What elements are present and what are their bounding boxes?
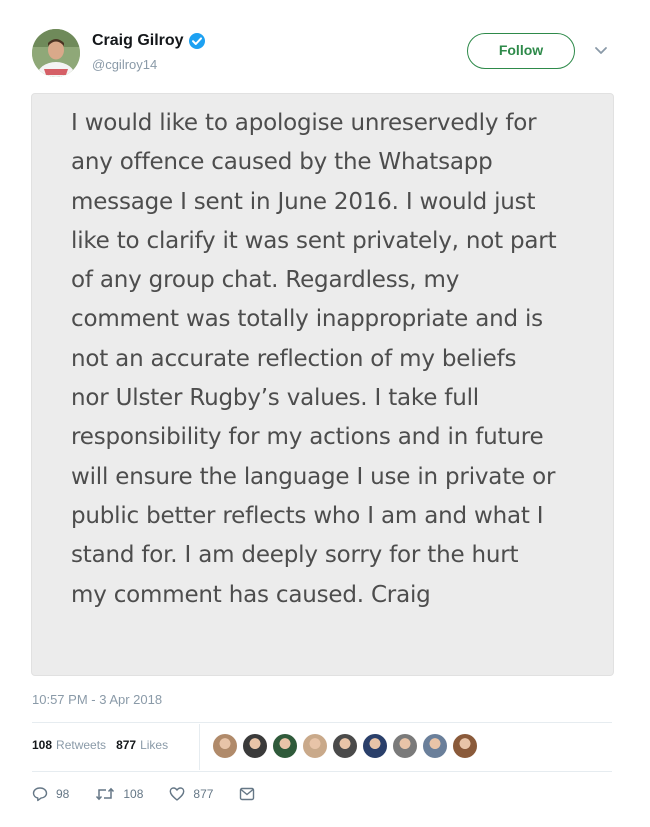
statement-line: message I sent in June 2016. I would jus… [71,188,536,215]
likes-count[interactable]: 877 [116,738,136,752]
statement-line: of any group chat. Regardless, my [71,267,460,294]
statement-line: like to clarify it was sent privately, n… [71,227,557,254]
tweet: Craig Gilroy @cgilroy14 Follow I would l… [0,0,650,827]
liker-avatar[interactable] [422,733,448,759]
statement-line: public better reflects who I am and what… [71,502,544,529]
author-avatar[interactable] [32,29,80,77]
divider [32,771,612,772]
statement-text: I would like to apologise unreservedly f… [71,104,599,615]
statement-line: will ensure the language I use in privat… [71,463,556,490]
like-count: 877 [193,787,214,801]
statement-line: comment was totally inappropriate and is [71,306,543,333]
statement-image[interactable]: I would like to apologise unreservedly f… [31,93,614,676]
reply-icon [32,787,48,802]
retweets-count[interactable]: 108 [32,738,52,752]
engagement-stats: 108 Retweets 877 Likes [32,738,178,752]
retweets-label[interactable]: Retweets [56,738,106,752]
direct-message-button[interactable] [239,787,263,801]
divider [32,722,612,723]
verified-badge-icon [188,32,206,50]
liker-avatar[interactable] [392,733,418,759]
statement-line: responsibility for my actions and in fut… [71,424,544,451]
liker-avatar[interactable] [302,733,328,759]
follow-button[interactable]: Follow [467,33,575,69]
statement-line: stand for. I am deeply sorry for the hur… [71,542,519,569]
statement-line: I would like to apologise unreservedly f… [71,110,537,136]
tweet-timestamp[interactable]: 10:57 PM - 3 Apr 2018 [32,692,162,707]
author-name-row: Craig Gilroy [92,32,206,50]
retweet-button[interactable]: 108 [95,786,143,802]
statement-line: any offence caused by the Whatsapp [71,149,493,176]
heart-icon [169,787,185,801]
chevron-down-icon[interactable] [593,44,609,56]
liker-avatar[interactable] [272,733,298,759]
retweet-icon [96,787,115,801]
statement-line: nor Ulster Rugby’s values. I take full [71,385,479,412]
like-button[interactable]: 877 [169,786,213,802]
statement-line: not an accurate reflection of my beliefs [71,345,517,372]
reply-count: 98 [56,787,70,801]
liker-avatar[interactable] [212,733,238,759]
author-handle[interactable]: @cgilroy14 [92,57,157,72]
author-display-name[interactable]: Craig Gilroy [92,32,184,50]
reply-button[interactable]: 98 [32,786,69,802]
liker-avatar[interactable] [242,733,268,759]
liker-avatar[interactable] [362,733,388,759]
retweet-count: 108 [123,787,144,801]
statement-line: my comment has caused. Craig [71,581,431,608]
liker-avatars [212,733,482,759]
liker-avatar[interactable] [452,733,478,759]
stats-separator [199,724,200,770]
likes-label[interactable]: Likes [140,738,168,752]
envelope-icon [240,787,255,801]
tweet-actions: 98 108 877 [32,786,289,802]
liker-avatar[interactable] [332,733,358,759]
